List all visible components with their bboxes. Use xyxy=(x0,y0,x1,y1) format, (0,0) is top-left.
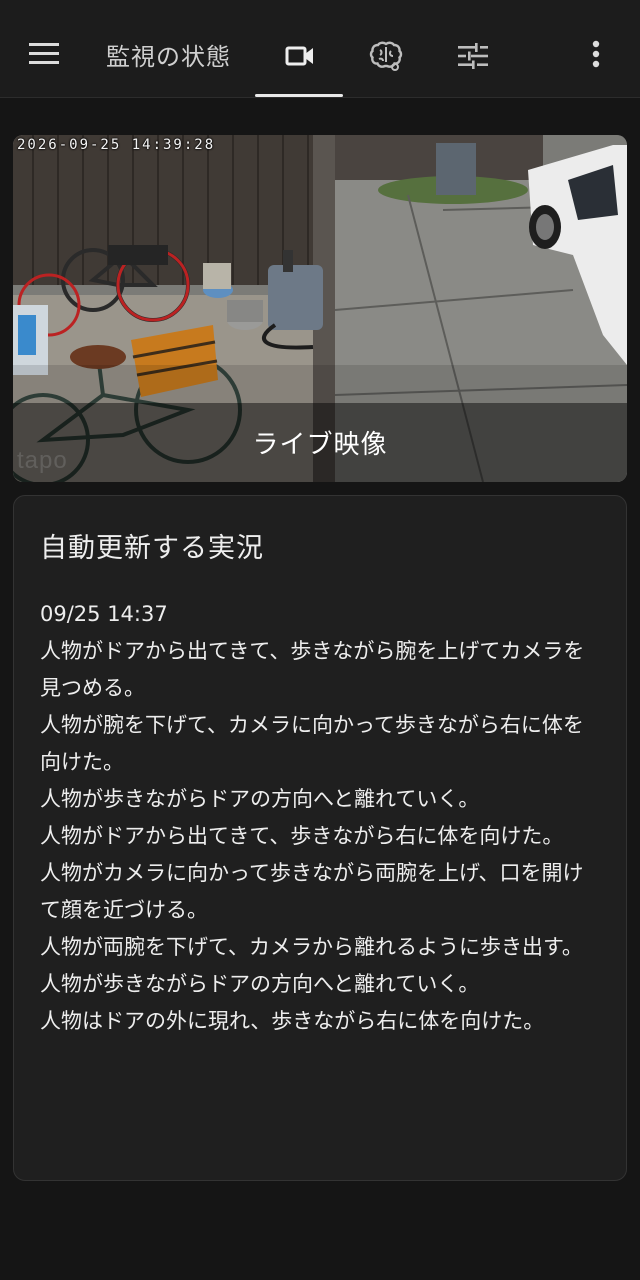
page-title: 監視の状態 xyxy=(106,43,231,71)
live-camera-preview[interactable]: 2026-09-25 14:39:28 tapo ライブ映像 xyxy=(13,135,627,482)
sliders-icon xyxy=(458,43,488,69)
top-app-bar: 監視の状態 xyxy=(0,0,640,98)
log-entry: 人物はドアの外に現れ、歩きながら右に体を向けた。 xyxy=(40,1009,545,1033)
menu-button[interactable] xyxy=(20,30,68,78)
live-commentary-card: 自動更新する実況 09/25 14:37 人物がドアから出てきて、歩きながら腕を… xyxy=(13,495,627,1181)
card-title: 自動更新する実況 xyxy=(40,533,264,564)
live-video-label: ライブ映像 xyxy=(252,430,388,460)
commentary-log: 09/25 14:37 人物がドアから出てきて、歩きながら腕を上げてカメラを見つ… xyxy=(40,596,600,1040)
hamburger-menu-icon xyxy=(29,43,59,64)
log-entry: 人物が歩きながらドアの方向へと離れていく。 xyxy=(40,787,480,811)
log-entry: 人物が腕を下げて、カメラに向かって歩きながら右に体を向けた。 xyxy=(40,713,584,774)
log-entry: 人物が両腕を下げて、カメラから離れるように歩き出す。 xyxy=(40,935,583,959)
log-entry: 人物がカメラに向かって歩きながら両腕を上げ、口を開けて顔を近づける。 xyxy=(40,861,584,922)
tab-live-video[interactable] xyxy=(270,26,330,86)
tab-ai-analysis[interactable] xyxy=(356,26,416,86)
live-video-overlay: ライブ映像 xyxy=(13,403,627,482)
more-options-button[interactable] xyxy=(574,28,618,80)
video-camera-icon xyxy=(285,46,313,66)
log-entry: 人物がドアから出てきて、歩きながら右に体を向けた。 xyxy=(40,824,564,848)
active-tab-indicator xyxy=(255,94,343,97)
brain-icon xyxy=(369,41,403,71)
camera-timestamp: 2026-09-25 14:39:28 xyxy=(17,137,216,153)
log-entry: 人物がドアから出てきて、歩きながら腕を上げてカメラを見つめる。 xyxy=(40,639,585,700)
log-timestamp: 09/25 14:37 xyxy=(40,602,168,626)
more-vert-icon xyxy=(592,40,600,68)
log-entry: 人物が歩きながらドアの方向へと離れていく。 xyxy=(40,972,480,996)
tab-settings[interactable] xyxy=(443,26,503,86)
